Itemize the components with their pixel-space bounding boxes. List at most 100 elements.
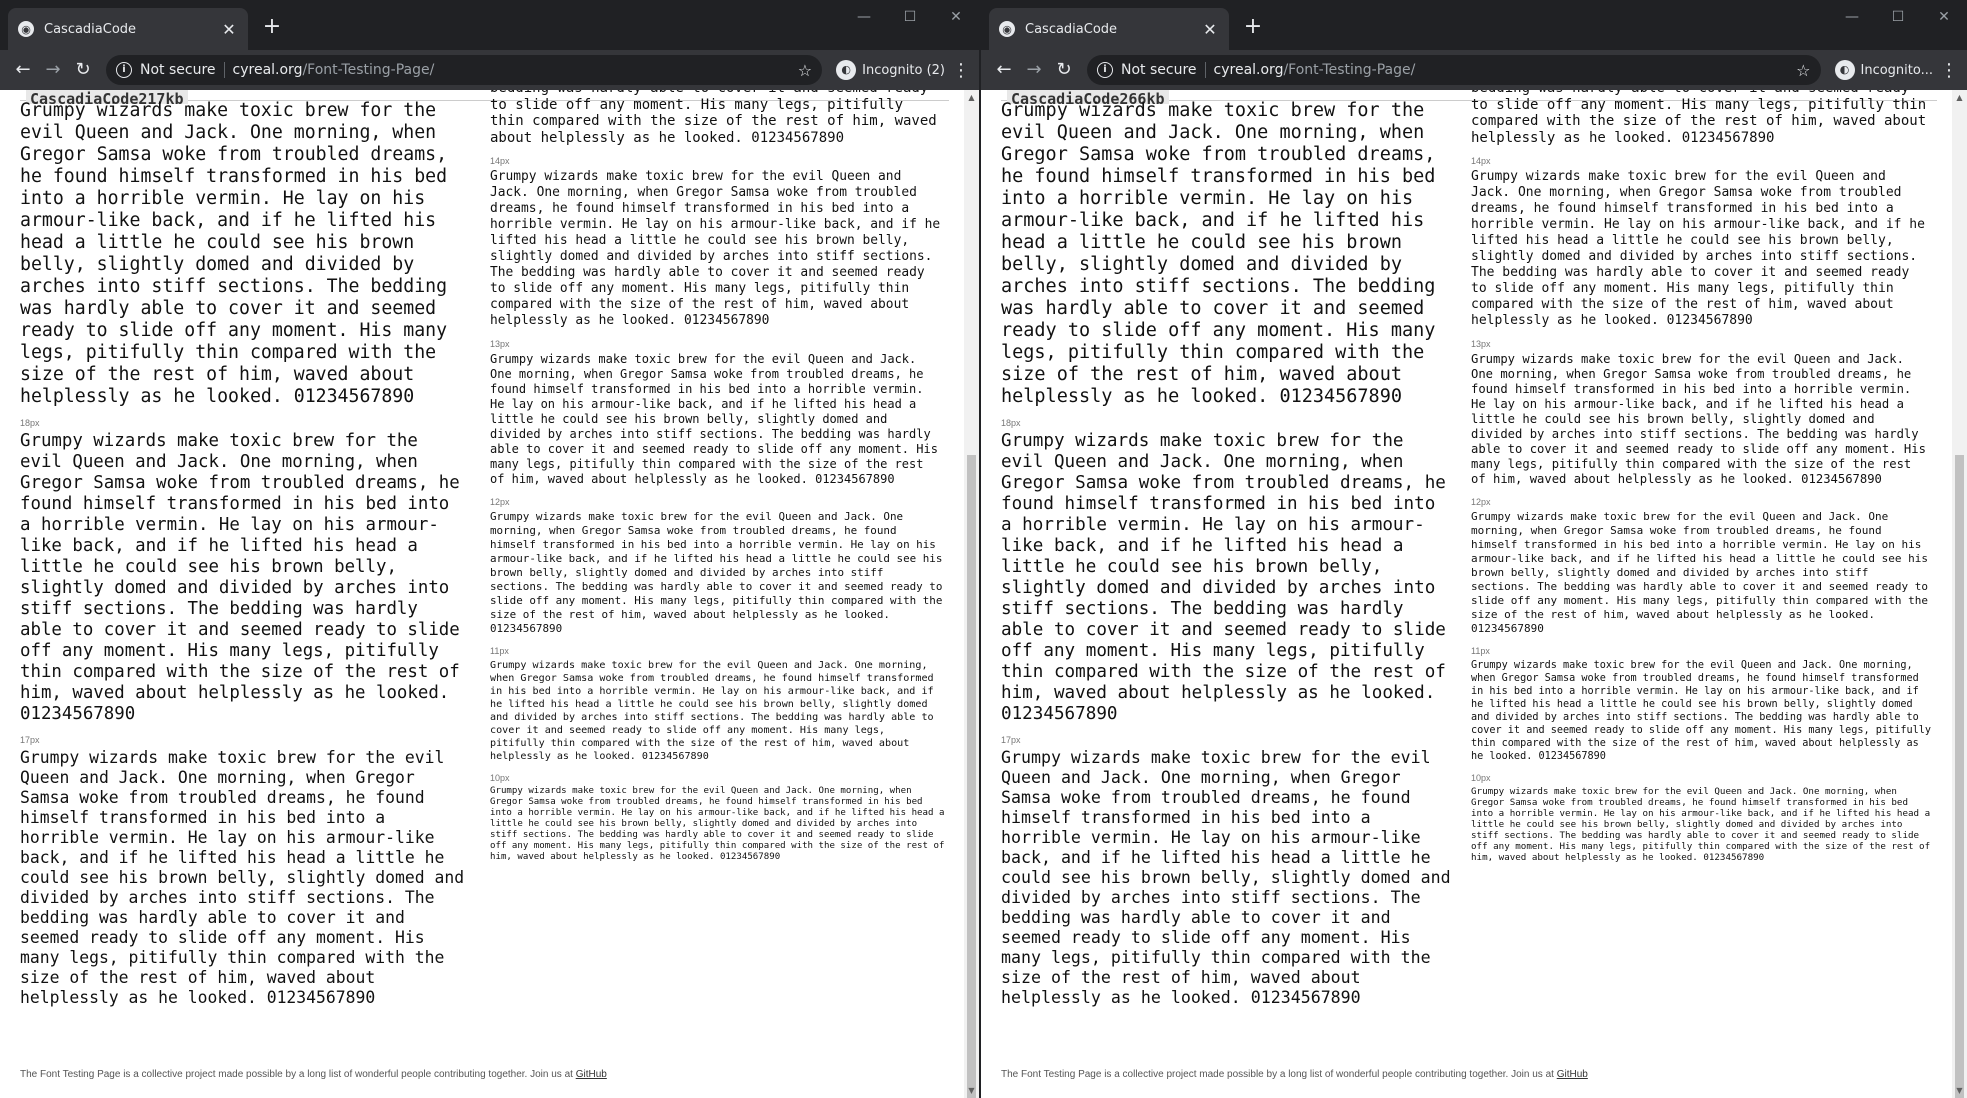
close-window-icon[interactable]: ✕ [1921,6,1967,28]
scroll-up-icon[interactable]: ▲ [1952,90,1967,105]
size-label: 14px [1471,156,1491,166]
plus-icon[interactable]: + [1239,13,1267,41]
sample-text-block: Grumpy wizards make toxic brew for the e… [1001,748,1451,1007]
url-host: cyreal.org [232,62,303,78]
url-path: /Font-Testing-Page/ [1283,62,1416,78]
github-link[interactable]: GitHub [576,1069,607,1080]
footer-text: The Font Testing Page is a collective pr… [1001,1069,1554,1080]
browser-window-right: ◉ CascadiaCode ✕ + — ☐ ✕ ← → ↻ i Not sec… [981,0,1967,1098]
url-path: /Font-Testing-Page/ [302,62,435,78]
address-bar[interactable]: i Not secure cyreal.org /Font-Testing-Pa… [106,55,823,85]
sample-text-block: Grumpy wizards make toxic brew for the e… [1471,169,1925,328]
kebab-menu-icon[interactable]: ⋮ [951,60,971,81]
arrow-left-icon[interactable]: ← [989,55,1019,85]
size-label: 13px [1471,339,1491,349]
reload-icon[interactable]: ↻ [1049,55,1079,85]
size-label: 17px [20,735,40,745]
security-label: Not secure [140,62,216,78]
chrome-globe-icon: ◉ [18,21,34,37]
divider [1204,62,1206,78]
browser-window-left: ◉ CascadiaCode ✕ + — ☐ ✕ ← → ↻ i Not sec… [0,0,979,1098]
maximize-icon[interactable]: ☐ [887,6,933,28]
arrow-right-icon[interactable]: → [38,55,68,85]
sample-text-block: Grumpy wizards make toxic brew for the e… [490,786,945,862]
incognito-icon: ◐ [836,60,857,80]
scroll-down-icon[interactable]: ▼ [1952,1083,1967,1098]
reload-icon[interactable]: ↻ [68,55,98,85]
scroll-up-icon[interactable]: ▲ [964,90,979,105]
info-icon[interactable]: i [1097,62,1113,78]
page-footer: The Font Testing Page is a collective pr… [1001,1069,1588,1080]
arrow-right-icon[interactable]: → [1019,55,1049,85]
left-column: Grumpy wizards make toxic brew for the e… [20,100,470,1008]
size-label: 13px [490,339,510,349]
tab-strip: ◉ CascadiaCode ✕ + — ☐ ✕ [0,0,979,50]
plus-icon[interactable]: + [258,13,286,41]
size-label: 10px [490,773,510,783]
scrollbar-thumb[interactable] [967,455,976,1098]
close-window-icon[interactable]: ✕ [933,6,979,28]
close-icon[interactable]: ✕ [1201,20,1219,39]
security-label: Not secure [1121,62,1197,78]
sample-text-block: Grumpy wizards make toxic brew for the e… [490,352,938,486]
size-label: 11px [1471,646,1490,656]
sample-text-block: Grumpy wizards make toxic brew for the e… [20,100,448,407]
maximize-icon[interactable]: ☐ [1875,6,1921,28]
sample-text-block: Grumpy wizards make toxic brew for the e… [20,431,460,724]
size-label: 18px [1001,418,1021,428]
minimize-icon[interactable]: — [841,6,887,28]
size-label: 12px [1471,497,1491,507]
close-icon[interactable]: ✕ [220,20,238,39]
page-content: CascadiaCode217kb Grumpy wizards make to… [0,90,979,1098]
incognito-icon: ◐ [1834,60,1855,80]
sample-text-block: Grumpy wizards make toxic brew for the e… [490,510,943,635]
profile-label: Incognito (2) [862,62,945,78]
chrome-globe-icon: ◉ [999,21,1015,37]
window-controls: — ☐ ✕ [841,6,979,28]
tab-title: CascadiaCode [1025,21,1118,37]
page-content: CascadiaCode266kb Grumpy wizards make to… [981,90,1967,1098]
minimize-icon[interactable]: — [1829,6,1875,28]
browser-toolbar: ← → ↻ i Not secure cyreal.org /Font-Test… [981,50,1967,90]
sample-text-block: Grumpy wizards make toxic brew for the e… [1471,786,1931,863]
size-label: 12px [490,497,510,507]
scroll-down-icon[interactable]: ▼ [964,1083,979,1098]
sample-text-block: Grumpy wizards make toxic brew for the e… [1001,431,1446,724]
browser-toolbar: ← → ↻ i Not secure cyreal.org /Font-Test… [0,50,979,90]
browser-tab[interactable]: ◉ CascadiaCode ✕ [989,8,1229,50]
sample-text-block: Grumpy wizards make toxic brew for the e… [1471,510,1928,635]
profile-button[interactable]: ◐ Incognito... [1834,60,1934,80]
size-label: 11px [490,646,509,656]
size-label: 18px [20,418,40,428]
sample-text-block: Grumpy wizards make toxic brew for the e… [1001,100,1436,407]
url-host: cyreal.org [1213,62,1284,78]
divider [223,62,225,78]
tab-strip: ◉ CascadiaCode ✕ + — ☐ ✕ [981,0,1967,50]
scrollbar-thumb[interactable] [1955,455,1964,1098]
profile-label: Incognito... [1860,62,1934,78]
sample-text-fragment: bedding was hardly able to cover it and … [490,90,937,146]
sample-text-block: Grumpy wizards make toxic brew for the e… [1471,660,1932,762]
scrollbar[interactable]: ▲ ▼ [1952,90,1967,1098]
arrow-left-icon[interactable]: ← [8,55,38,85]
page-footer: The Font Testing Page is a collective pr… [20,1069,607,1080]
star-icon[interactable]: ☆ [798,61,812,80]
info-icon[interactable]: i [116,62,132,78]
scrollbar[interactable]: ▲ ▼ [964,90,979,1098]
sample-text-block: Grumpy wizards make toxic brew for the e… [490,660,934,762]
kebab-menu-icon[interactable]: ⋮ [1939,60,1959,81]
size-label: 14px [490,156,510,166]
right-column: bedding was hardly able to cover it and … [1471,90,1931,863]
window-controls: — ☐ ✕ [1829,6,1967,28]
tab-title: CascadiaCode [44,21,137,37]
github-link[interactable]: GitHub [1557,1069,1588,1080]
star-icon[interactable]: ☆ [1796,61,1810,80]
size-label: 17px [1001,735,1021,745]
browser-tab[interactable]: ◉ CascadiaCode ✕ [8,8,248,50]
right-column: bedding was hardly able to cover it and … [490,90,945,863]
sample-text-block: Grumpy wizards make toxic brew for the e… [20,748,465,1007]
sample-text-block: Grumpy wizards make toxic brew for the e… [490,169,941,328]
size-label: 10px [1471,773,1491,783]
profile-button[interactable]: ◐ Incognito (2) [836,60,945,80]
address-bar[interactable]: i Not secure cyreal.org /Font-Testing-Pa… [1087,55,1821,85]
